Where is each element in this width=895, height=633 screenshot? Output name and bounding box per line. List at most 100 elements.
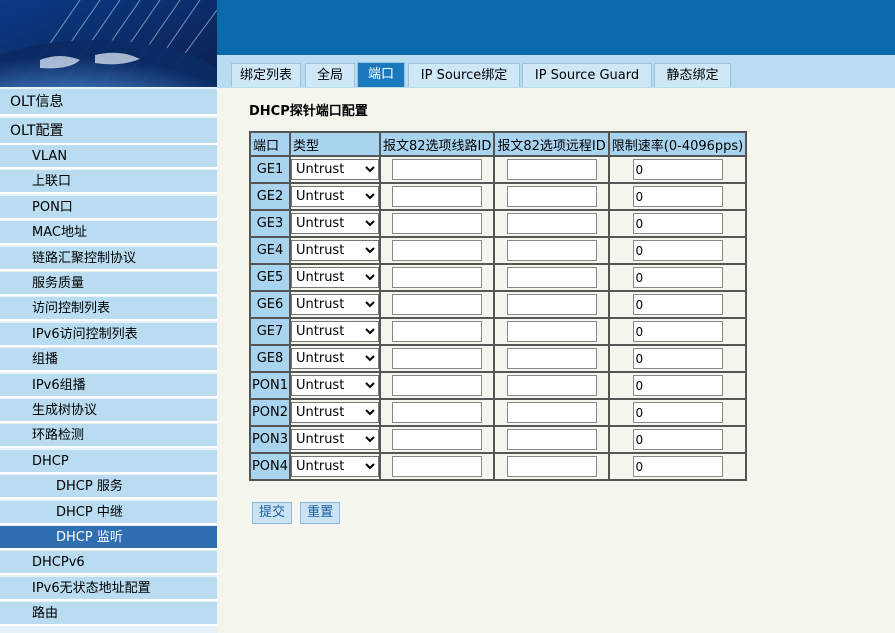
circuit-id-input[interactable] xyxy=(392,429,483,450)
circuit-id-input[interactable] xyxy=(392,186,483,207)
port-type-select[interactable]: Untrust xyxy=(291,240,379,261)
sidebar-item-7[interactable]: 服务质量 xyxy=(0,272,217,296)
rate-limit-input[interactable] xyxy=(632,321,723,342)
sidebar-item-18[interactable]: DHCPv6 xyxy=(0,551,217,576)
remote-id-input[interactable] xyxy=(506,159,597,180)
sidebar-item-6[interactable]: 链路汇聚控制协议 xyxy=(0,246,217,271)
rate-limit-input[interactable] xyxy=(632,294,723,315)
remote-id-input[interactable] xyxy=(506,240,597,261)
remote-id-input[interactable] xyxy=(506,402,597,423)
circuit-id-input[interactable] xyxy=(392,240,483,261)
port-type-select[interactable]: Untrust xyxy=(291,456,379,477)
tab-ip-source-binding[interactable]: IP Source绑定 xyxy=(408,63,520,87)
remote-id-input[interactable] xyxy=(506,429,597,450)
sidebar-item-5[interactable]: MAC地址 xyxy=(0,221,217,246)
port-type-select[interactable]: Untrust xyxy=(291,186,379,207)
tab-ip-source-guard[interactable]: IP Source Guard xyxy=(522,63,652,87)
sidebar-item-10[interactable]: 组播 xyxy=(0,348,217,373)
submit-button[interactable]: 提交 xyxy=(252,502,293,524)
circuit-id-input[interactable] xyxy=(392,321,483,342)
remote-id-input[interactable] xyxy=(506,186,597,207)
rate-limit-input[interactable] xyxy=(632,267,723,288)
port-name-cell: GE1 xyxy=(249,155,291,184)
circuit-id-input[interactable] xyxy=(392,456,483,477)
rate-limit-input[interactable] xyxy=(632,186,723,207)
tab-binding-list[interactable]: 绑定列表 xyxy=(231,63,301,87)
port-type-select[interactable]: Untrust xyxy=(291,375,379,396)
port-type-select[interactable]: Untrust xyxy=(291,321,379,342)
rate-limit-input[interactable] xyxy=(632,402,723,423)
table-row: PON4 Untrust xyxy=(249,452,748,481)
circuit-id-input[interactable] xyxy=(392,267,483,288)
sidebar-item-1[interactable]: OLT配置 xyxy=(0,118,217,145)
table-row: GE7 Untrust xyxy=(249,317,748,346)
rate-limit-cell xyxy=(607,182,748,211)
remote-id-cell xyxy=(493,182,610,211)
table-row: PON1 Untrust xyxy=(249,371,748,400)
circuit-id-input[interactable] xyxy=(392,348,483,369)
port-name-cell: GE3 xyxy=(249,209,291,238)
table-row: GE6 Untrust xyxy=(249,290,748,319)
sidebar-item-20[interactable]: 路由 xyxy=(0,602,217,627)
port-type-select[interactable]: Untrust xyxy=(291,267,379,288)
rate-limit-input[interactable] xyxy=(632,213,723,234)
rate-limit-cell xyxy=(607,425,748,454)
port-type-select[interactable]: Untrust xyxy=(291,348,379,369)
remote-id-cell xyxy=(493,452,610,481)
remote-id-input[interactable] xyxy=(506,321,597,342)
sidebar-item-8[interactable]: 访问控制列表 xyxy=(0,297,217,322)
port-type-select[interactable]: Untrust xyxy=(291,402,379,423)
tab-port[interactable]: 端口 xyxy=(357,62,405,87)
sidebar-item-16[interactable]: DHCP 中继 xyxy=(0,500,217,525)
circuit-id-cell xyxy=(378,452,496,481)
sidebar-item-11[interactable]: IPv6组播 xyxy=(0,373,217,398)
column-header-remote-id: 报文82选项远程ID xyxy=(493,131,610,157)
circuit-id-input[interactable] xyxy=(392,402,483,423)
remote-id-input[interactable] xyxy=(506,213,597,234)
sidebar-item-19[interactable]: IPv6无状态地址配置 xyxy=(0,576,217,601)
column-header-port: 端口 xyxy=(249,131,291,157)
type-cell: Untrust xyxy=(289,317,381,346)
sidebar-item-4[interactable]: PON口 xyxy=(0,195,217,220)
reset-button[interactable]: 重置 xyxy=(300,502,341,524)
circuit-id-cell xyxy=(378,182,496,211)
rate-limit-input[interactable] xyxy=(632,375,723,396)
tab-static-binding[interactable]: 静态绑定 xyxy=(654,63,731,87)
port-name-cell: GE8 xyxy=(249,344,291,373)
rate-limit-cell xyxy=(607,452,748,481)
remote-id-input[interactable] xyxy=(506,348,597,369)
circuit-id-input[interactable] xyxy=(392,213,483,234)
remote-id-input[interactable] xyxy=(506,267,597,288)
sidebar-item-13[interactable]: 环路检测 xyxy=(0,424,217,449)
sidebar-item-0[interactable]: OLT信息 xyxy=(0,89,217,116)
type-cell: Untrust xyxy=(289,425,381,454)
remote-id-cell xyxy=(493,425,610,454)
sidebar-item-9[interactable]: IPv6访问控制列表 xyxy=(0,322,217,347)
rate-limit-cell xyxy=(607,236,748,265)
circuit-id-input[interactable] xyxy=(392,375,483,396)
type-cell: Untrust xyxy=(289,182,381,211)
sidebar-item-14[interactable]: DHCP xyxy=(0,449,217,474)
circuit-id-input[interactable] xyxy=(392,159,483,180)
remote-id-input[interactable] xyxy=(506,456,597,477)
rate-limit-input[interactable] xyxy=(632,240,723,261)
sidebar-item-15[interactable]: DHCP 服务 xyxy=(0,475,217,500)
port-type-select[interactable]: Untrust xyxy=(291,159,379,180)
circuit-id-input[interactable] xyxy=(392,294,483,315)
tab-global[interactable]: 全局 xyxy=(305,63,355,87)
port-type-select[interactable]: Untrust xyxy=(291,429,379,450)
rate-limit-input[interactable] xyxy=(632,159,723,180)
port-type-select[interactable]: Untrust xyxy=(291,213,379,234)
port-name-cell: PON4 xyxy=(249,452,291,481)
port-type-select[interactable]: Untrust xyxy=(291,294,379,315)
sidebar-item-3[interactable]: 上联口 xyxy=(0,170,217,195)
remote-id-input[interactable] xyxy=(506,375,597,396)
rate-limit-input[interactable] xyxy=(632,429,723,450)
remote-id-input[interactable] xyxy=(506,294,597,315)
sidebar-item-2[interactable]: VLAN xyxy=(0,145,217,169)
rate-limit-input[interactable] xyxy=(632,348,723,369)
sidebar-item-17[interactable]: DHCP 监听 xyxy=(0,526,217,550)
rate-limit-input[interactable] xyxy=(632,456,723,477)
sidebar-item-12[interactable]: 生成树协议 xyxy=(0,399,217,423)
rate-limit-cell xyxy=(607,263,748,292)
